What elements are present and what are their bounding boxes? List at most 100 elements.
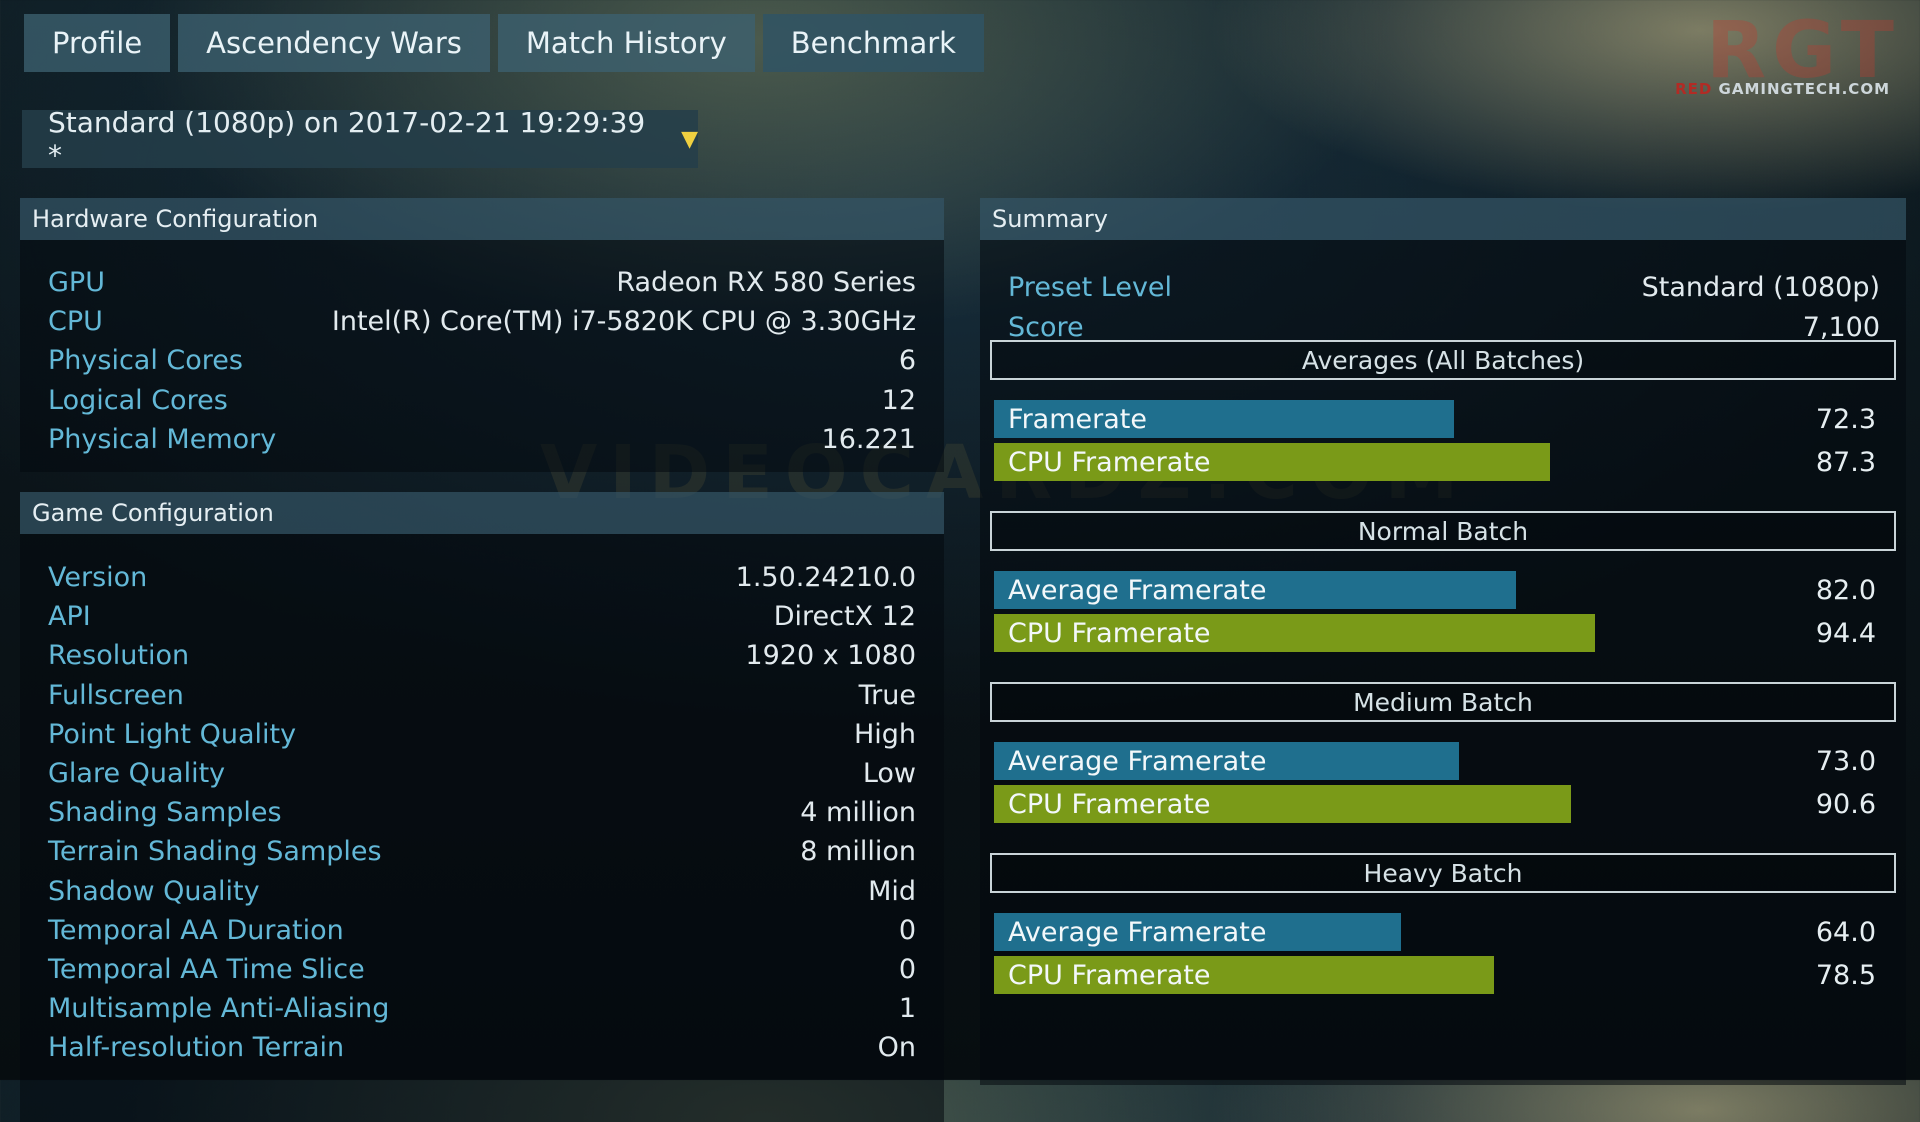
batch-medium-batch: Medium Batch Average Framerate 73.0 CPU Fra… xyxy=(990,682,1896,828)
batch-title: Medium Batch xyxy=(990,682,1896,722)
hardware-row-physical-memory: Physical Memory 16.221 xyxy=(20,420,944,459)
game-row-glare-quality: Glare Quality Low xyxy=(20,754,944,793)
bar-value: 73.0 xyxy=(1815,745,1876,777)
cpu-framerate-bar: CPU Framerate xyxy=(994,785,1571,823)
tab-match-history[interactable]: Match History xyxy=(497,14,755,72)
cpu-framerate-bar: CPU Framerate xyxy=(994,443,1550,481)
game-value: 1.50.24210.0 xyxy=(735,562,916,594)
game-label: Glare Quality xyxy=(48,758,226,790)
hardware-configuration-panel: Hardware Configuration GPU Radeon RX 580 … xyxy=(20,198,944,472)
framerate-bar: Average Framerate xyxy=(994,913,1401,951)
bar-label: CPU Framerate xyxy=(1008,617,1211,649)
framerate-bar: Average Framerate xyxy=(994,571,1516,609)
game-label: Point Light Quality xyxy=(48,718,297,750)
hardware-row-gpu: GPU Radeon RX 580 Series xyxy=(20,263,944,302)
batch-heavy-batch: Heavy Batch Average Framerate 64.0 CPU Fram… xyxy=(990,853,1896,999)
preset-level-value: Standard (1080p) xyxy=(1641,272,1880,304)
game-value: Low xyxy=(862,758,916,790)
bar-track: CPU Framerate xyxy=(994,785,1694,823)
bar-track: CPU Framerate xyxy=(994,614,1694,652)
bar-value: 64.0 xyxy=(1815,916,1876,948)
summary-title: Summary xyxy=(980,198,1906,240)
game-value: 0 xyxy=(898,914,916,946)
bar-value: 87.3 xyxy=(1815,446,1876,478)
game-row-temporal-aa-time-slice: Temporal AA Time Slice 0 xyxy=(20,950,944,989)
game-value: DirectX 12 xyxy=(773,601,916,633)
framerate-bar: Average Framerate xyxy=(994,742,1459,780)
brand-rest-text: GAMINGTECH.COM xyxy=(1712,80,1890,98)
hardware-value: Radeon RX 580 Series xyxy=(616,267,916,299)
summary-body: Preset Level Standard (1080p) Score 7,10… xyxy=(980,240,1906,1085)
bar-row-framerate: Framerate 72.3 xyxy=(990,400,1896,443)
chevron-down-icon: ▼ xyxy=(681,126,698,152)
game-label: Fullscreen xyxy=(48,679,184,711)
game-row-version: Version 1.50.24210.0 xyxy=(20,558,944,597)
hardware-value: Intel(R) Core(TM) i7-5820K CPU @ 3.30GHz xyxy=(331,306,916,338)
hardware-label: Logical Cores xyxy=(48,384,228,416)
bar-label: CPU Framerate xyxy=(1008,959,1211,991)
hardware-label: Physical Cores xyxy=(48,345,243,377)
bar-value: 90.6 xyxy=(1815,788,1876,820)
game-label: API xyxy=(48,601,91,633)
game-label: Resolution xyxy=(48,640,190,672)
batch-title: Averages (All Batches) xyxy=(990,340,1896,380)
game-configuration-title: Game Configuration xyxy=(20,492,944,534)
game-value: On xyxy=(877,1032,916,1064)
preset-level-label: Preset Level xyxy=(1008,272,1173,304)
bar-value: 94.4 xyxy=(1815,617,1876,649)
tab-benchmark[interactable]: Benchmark xyxy=(762,14,984,72)
hardware-rows: GPU Radeon RX 580 Series CPU Intel(R) Core(… xyxy=(20,263,944,459)
bar-track: Average Framerate xyxy=(994,742,1694,780)
hardware-row-logical-cores: Logical Cores 12 xyxy=(20,381,944,420)
game-label: Half-resolution Terrain xyxy=(48,1032,345,1064)
game-label: Temporal AA Time Slice xyxy=(48,953,365,985)
benchmark-run-dropdown[interactable]: Standard (1080p) on 2017-02-21 19:29:39 … xyxy=(22,106,698,172)
tab-ascendency-wars[interactable]: Ascendency Wars xyxy=(178,14,490,72)
game-label: Terrain Shading Samples xyxy=(48,836,382,868)
game-value: 0 xyxy=(898,953,916,985)
game-label: Shadow Quality xyxy=(48,875,260,907)
brand-red-text: RED xyxy=(1675,80,1713,98)
game-label: Shading Samples xyxy=(48,797,282,829)
game-value: 4 million xyxy=(800,797,916,829)
cpu-framerate-bar: CPU Framerate xyxy=(994,614,1595,652)
framerate-bar: Framerate xyxy=(994,400,1454,438)
game-value: Mid xyxy=(868,875,916,907)
game-row-terrain-shading-samples: Terrain Shading Samples 8 million xyxy=(20,832,944,871)
brand-caption: RED GAMINGTECH.COM xyxy=(1675,80,1890,98)
hardware-configuration-body: GPU Radeon RX 580 Series CPU Intel(R) Core(… xyxy=(20,240,944,472)
tab-bar: Profile Ascendency Wars Match History Be… xyxy=(24,14,984,72)
hardware-value: 6 xyxy=(898,345,916,377)
bar-value: 72.3 xyxy=(1815,403,1876,435)
game-label: Temporal AA Duration xyxy=(48,914,344,946)
score-label: Score xyxy=(1008,311,1084,343)
bar-track: CPU Framerate xyxy=(994,956,1694,994)
bar-row-cpu-framerate: CPU Framerate 87.3 xyxy=(990,443,1896,486)
game-row-temporal-aa-duration: Temporal AA Duration 0 xyxy=(20,911,944,950)
hardware-configuration-title: Hardware Configuration xyxy=(20,198,944,240)
bar-label: CPU Framerate xyxy=(1008,446,1211,478)
hardware-row-cpu: CPU Intel(R) Core(TM) i7-5820K CPU @ 3.30… xyxy=(20,302,944,341)
game-configuration-body: Version 1.50.24210.0 API DirectX 12 Resoluti… xyxy=(20,534,944,1122)
game-value: 8 million xyxy=(800,836,916,868)
game-row-shadow-quality: Shadow Quality Mid xyxy=(20,872,944,911)
hardware-label: Physical Memory xyxy=(48,423,277,455)
tab-profile[interactable]: Profile xyxy=(24,14,171,72)
game-label: Multisample Anti-Aliasing xyxy=(48,993,390,1025)
game-label: Version xyxy=(48,562,148,594)
cpu-framerate-bar: CPU Framerate xyxy=(994,956,1494,994)
bar-row-cpu-framerate: CPU Framerate 94.4 xyxy=(990,614,1896,657)
bar-label: Average Framerate xyxy=(1008,916,1267,948)
game-row-fullscreen: Fullscreen True xyxy=(20,676,944,715)
preset-level-row: Preset Level Standard (1080p) xyxy=(980,268,1906,308)
score-value: 7,100 xyxy=(1802,311,1880,343)
bar-track: Average Framerate xyxy=(994,913,1694,951)
hardware-value: 16.221 xyxy=(821,423,916,455)
game-row-api: API DirectX 12 xyxy=(20,597,944,636)
bar-row-average-framerate: Average Framerate 73.0 xyxy=(990,742,1896,785)
bar-row-average-framerate: Average Framerate 64.0 xyxy=(990,913,1896,956)
game-value: High xyxy=(853,718,916,750)
batch-normal-batch: Normal Batch Average Framerate 82.0 CPU Fra… xyxy=(990,511,1896,657)
game-rows: Version 1.50.24210.0 API DirectX 12 Resoluti… xyxy=(20,558,944,1067)
game-value: 1 xyxy=(898,993,916,1025)
